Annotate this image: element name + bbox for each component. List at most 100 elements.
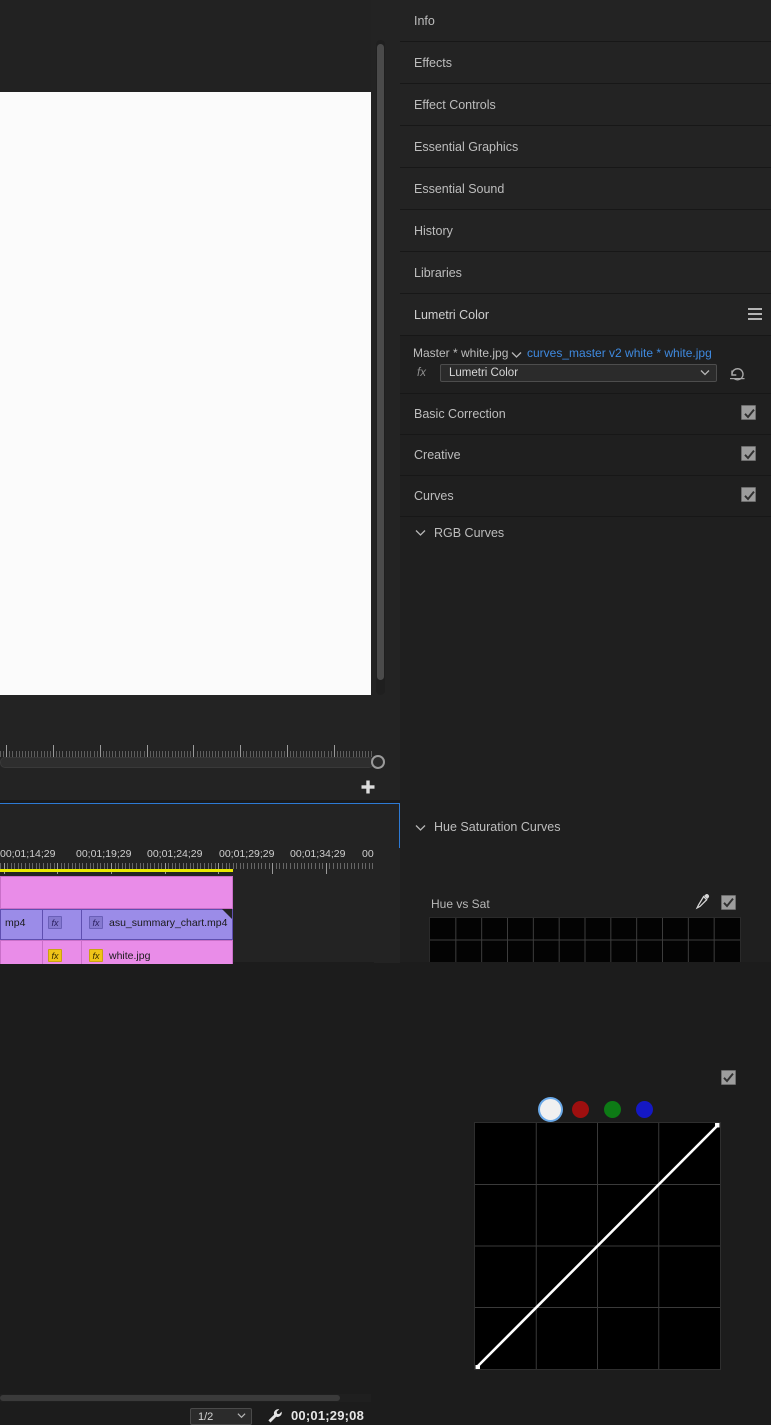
panel-title: Lumetri Color bbox=[414, 307, 490, 322]
creative-checkbox[interactable] bbox=[741, 446, 756, 461]
ruler-tick bbox=[329, 863, 331, 869]
monitor-vertical-scrollbar-thumb[interactable] bbox=[377, 44, 384, 680]
ruler-tick bbox=[361, 863, 363, 869]
section-label: Basic Correction bbox=[414, 407, 506, 421]
fx-badge-icon[interactable]: fx bbox=[89, 916, 103, 929]
ruler-tick bbox=[239, 863, 241, 869]
timeline-timecode-label: 00;01;24;29 bbox=[147, 848, 203, 860]
ruler-tick bbox=[0, 751, 1, 757]
chevron-down-icon[interactable] bbox=[415, 528, 426, 537]
hue-vs-sat-checkbox[interactable] bbox=[721, 895, 736, 910]
program-monitor-toolbar: 1/2 00;01;29;08 bbox=[0, 695, 400, 1425]
clip-label: asu_summary_chart.mp4 bbox=[109, 917, 228, 929]
ruler-tick bbox=[311, 863, 313, 869]
blue-channel-dot[interactable] bbox=[636, 1101, 653, 1118]
lumetri-section-creative[interactable]: Creative bbox=[400, 435, 771, 476]
timeline-track-area[interactable]: mp4 fx fx asu_summary_chart.mp4 fx fx wh… bbox=[0, 876, 374, 964]
rgb-curves-label: RGB Curves bbox=[434, 525, 505, 540]
lumetri-section-curves[interactable]: Curves bbox=[400, 476, 771, 517]
panel-tab-history[interactable]: History bbox=[400, 210, 771, 252]
ruler-tick bbox=[240, 745, 242, 757]
rgb-channel-selector[interactable] bbox=[540, 1099, 655, 1121]
chevron-down-icon bbox=[700, 370, 710, 376]
right-panel-stack: Info Effects Effect Controls Essential G… bbox=[400, 0, 771, 1370]
work-area-bar[interactable] bbox=[0, 869, 233, 872]
ruler-tick bbox=[53, 745, 55, 757]
monitor-zoom-handle-right[interactable] bbox=[371, 755, 385, 769]
timeline-clip-v3[interactable] bbox=[0, 876, 233, 909]
panel-tab-essential-sound[interactable]: Essential Sound bbox=[400, 168, 771, 210]
ruler-tick bbox=[347, 863, 349, 869]
ruler-tick bbox=[300, 863, 302, 869]
red-channel-dot[interactable] bbox=[572, 1101, 589, 1118]
ruler-tick bbox=[322, 863, 324, 869]
fx-badge-icon[interactable]: fx bbox=[48, 949, 62, 962]
timeline-vertical-scroll-area[interactable] bbox=[374, 848, 763, 963]
hue-vs-sat-label: Hue vs Sat bbox=[431, 897, 490, 911]
hue-vs-sat-graph[interactable] bbox=[429, 917, 741, 962]
ruler-tick bbox=[318, 863, 320, 869]
ruler-tick bbox=[304, 863, 306, 869]
playback-resolution-value: 1/2 bbox=[198, 1410, 214, 1423]
timeline-time-ruler[interactable]: 00;01;14;29 00;01;19;29 00;01;24;29 00;01;2… bbox=[0, 848, 374, 878]
effect-select[interactable]: Lumetri Color bbox=[440, 364, 717, 382]
white-channel-dot[interactable] bbox=[540, 1099, 561, 1120]
monitor-zoom-scrollbar[interactable] bbox=[0, 757, 374, 768]
ruler-tick bbox=[268, 863, 270, 869]
ruler-tick bbox=[325, 863, 327, 874]
panel-tab-lumetri-color[interactable]: Lumetri Color bbox=[400, 294, 771, 336]
panel-tab-essential-graphics[interactable]: Essential Graphics bbox=[400, 126, 771, 168]
playback-resolution-select[interactable]: 1/2 bbox=[190, 1408, 252, 1425]
program-monitor-letterbox bbox=[0, 0, 371, 92]
ruler-tick bbox=[333, 745, 335, 757]
master-clip-label[interactable]: Master * white.jpg bbox=[413, 346, 508, 360]
plus-icon[interactable] bbox=[360, 779, 376, 795]
hue-saturation-curves-label: Hue Saturation Curves bbox=[434, 820, 561, 834]
rgb-curves-graph[interactable] bbox=[474, 1122, 721, 1370]
hue-saturation-curves-header[interactable]: Hue Saturation Curves bbox=[400, 812, 771, 842]
chevron-down-icon[interactable] bbox=[415, 823, 426, 832]
program-monitor-frame[interactable] bbox=[0, 92, 371, 695]
ruler-tick bbox=[99, 745, 101, 757]
panel-title: Effect Controls bbox=[414, 97, 496, 112]
basic-correction-checkbox[interactable] bbox=[741, 405, 756, 420]
panel-title: Effects bbox=[414, 55, 452, 70]
panel-tab-effects[interactable]: Effects bbox=[400, 42, 771, 84]
lumetri-section-basic-correction[interactable]: Basic Correction bbox=[400, 394, 771, 435]
fx-badge-icon[interactable]: fx bbox=[48, 916, 62, 929]
ruler-tick bbox=[336, 863, 338, 869]
clip-separator bbox=[42, 941, 43, 964]
timeline-timecode-label: 00;01;14;29 bbox=[0, 848, 56, 860]
panel-tab-info[interactable]: Info bbox=[400, 0, 771, 42]
green-channel-dot[interactable] bbox=[604, 1101, 621, 1118]
check-icon bbox=[744, 450, 755, 460]
section-label: Creative bbox=[414, 448, 461, 462]
hamburger-menu-icon[interactable] bbox=[748, 308, 762, 320]
clip-corner-marker bbox=[222, 909, 232, 919]
fx-badge-icon[interactable]: fx bbox=[89, 949, 103, 962]
clip-chain-breadcrumb[interactable]: curves_master v2 white * white.jpg bbox=[527, 346, 712, 360]
wrench-icon[interactable] bbox=[266, 1407, 284, 1425]
curves-checkbox[interactable] bbox=[741, 487, 756, 502]
chevron-down-icon bbox=[237, 1413, 246, 1419]
check-icon bbox=[744, 491, 755, 501]
ruler-tick bbox=[287, 745, 289, 757]
panel-tab-effect-controls[interactable]: Effect Controls bbox=[400, 84, 771, 126]
timeline-clip-v2[interactable]: mp4 fx fx asu_summary_chart.mp4 bbox=[0, 909, 233, 940]
chevron-down-icon[interactable] bbox=[511, 350, 522, 359]
eyedropper-icon[interactable] bbox=[695, 893, 711, 910]
rgb-curves-checkbox[interactable] bbox=[721, 1070, 736, 1085]
reset-icon[interactable] bbox=[729, 365, 746, 381]
program-monitor-timecode[interactable]: 00;01;29;08 bbox=[291, 1408, 364, 1423]
panel-tab-libraries[interactable]: Libraries bbox=[400, 252, 771, 294]
rgb-curves-header[interactable]: RGB Curves bbox=[400, 517, 771, 548]
clip-separator bbox=[42, 910, 43, 939]
check-icon bbox=[723, 1073, 734, 1083]
monitor-horizontal-scrollbar-thumb[interactable] bbox=[0, 1395, 340, 1401]
ruler-tick bbox=[315, 863, 317, 869]
clip-separator bbox=[81, 941, 82, 964]
timeline-clip-v1[interactable]: fx fx white.jpg bbox=[0, 940, 233, 964]
panel-title: Essential Sound bbox=[414, 181, 505, 196]
ruler-tick bbox=[146, 745, 148, 757]
timeline-timecode-label: 00;01;34;29 bbox=[290, 848, 346, 860]
